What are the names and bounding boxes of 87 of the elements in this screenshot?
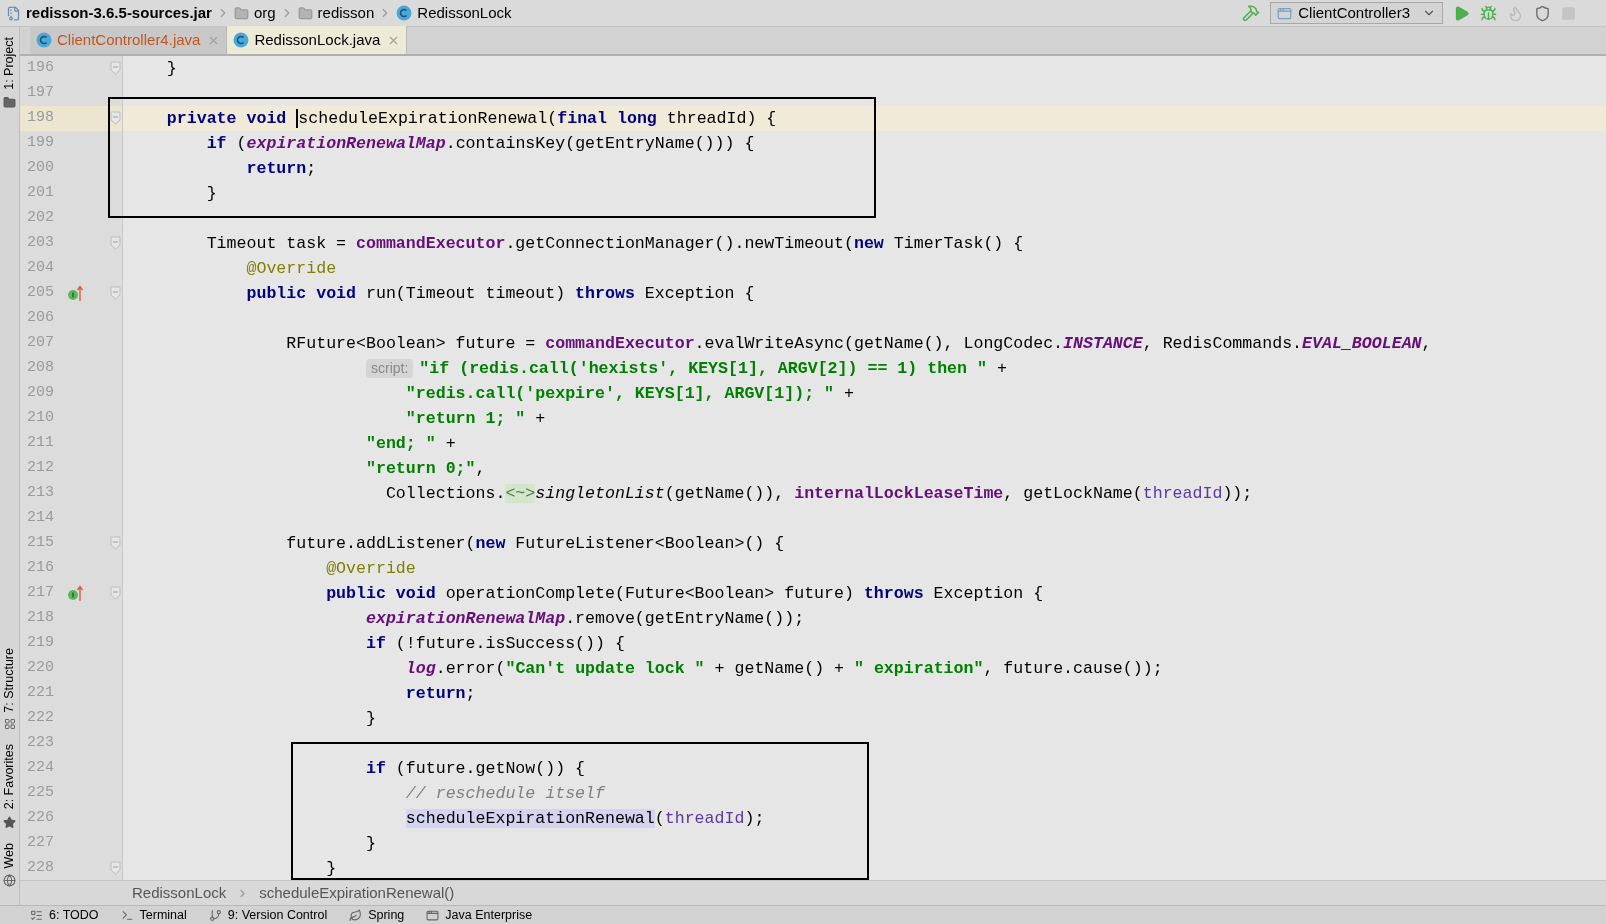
breadcrumb[interactable]: RedissonLock (132, 881, 227, 905)
line-number: 205 (26, 283, 55, 304)
code-line: } (365, 833, 376, 855)
line-number: 208 (26, 358, 55, 379)
line-number: 201 (26, 183, 55, 204)
tool-window-label: 2: Favorites (1, 744, 18, 810)
line-number: 219 (26, 633, 55, 654)
code-line: } (325, 858, 337, 880)
code-line: Timeout task = commandExecutor.getConnectionManager().newTimeout(new TimerTask() { (205, 233, 1024, 255)
line-number: 214 (26, 508, 55, 529)
line-number: 215 (26, 533, 55, 554)
line-number: 227 (26, 833, 55, 854)
line-number: 211 (26, 433, 55, 454)
breadcrumb[interactable]: scheduleExpirationRenewal() (259, 881, 455, 905)
tool-window-label: 1: Project (1, 37, 18, 90)
tool-window-tab[interactable]: 1: Project (0, 37, 19, 109)
path-item[interactable]: redisson (297, 1, 375, 25)
run-config-dropdown[interactable]: ClientController3 (1270, 2, 1443, 24)
editor-tab[interactable]: RedissonLock.java (227, 26, 408, 54)
tool-window-tab[interactable]: 2: Favorites (0, 744, 19, 829)
code-line: if (expirationRenewalMap.containsKey(getEntryName())) { (205, 133, 755, 155)
line-number: 224 (26, 758, 55, 779)
line-number: 209 (26, 383, 55, 404)
tool-window-label: Web (1, 842, 18, 868)
line-number: 202 (26, 208, 55, 229)
line-number: 207 (26, 333, 55, 354)
line-number: 225 (26, 783, 55, 804)
line-number: 203 (26, 233, 55, 254)
line-number: 199 (26, 133, 55, 154)
code-line: Collections.<~>singletonList(getName()), internalLockLeaseTime, getLockName(threadId)); (384, 483, 1253, 505)
code-line: if (!future.isSuccess()) { (365, 633, 625, 655)
tool-window-button[interactable]: 6: TODO (30, 906, 99, 924)
code-line: log.error("Can't update lock " + getName() + " expiration", future.cause()); (404, 658, 1163, 680)
tool-window-tab[interactable]: 7: Structure (0, 647, 19, 731)
tool-window-tab[interactable]: Web (0, 842, 19, 887)
line-number: 212 (26, 458, 55, 479)
line-number: 223 (26, 733, 55, 754)
code-line: "end; " + (365, 433, 456, 455)
code-line: "redis.call('pexpire', KEYS[1], ARGV[1]); " + (404, 383, 854, 405)
line-number: 213 (26, 483, 55, 504)
code-line: expirationRenewalMap.remove(getEntryName()); (365, 608, 805, 630)
code-line: return; (404, 683, 476, 705)
code-line: public void run(Timeout timeout) throws Exception { (245, 283, 755, 305)
code-text: + (995, 358, 1007, 380)
line-number: 226 (26, 808, 55, 829)
line-number: 220 (26, 658, 55, 679)
tool-window-label: 7: Structure (1, 647, 18, 713)
code-line: } (205, 183, 217, 205)
line-number: 216 (26, 558, 55, 579)
tool-window-button[interactable]: Java Enterprise (426, 906, 533, 924)
line-number: 228 (26, 858, 55, 879)
code-line: if (future.getNow()) { (365, 758, 586, 780)
line-number: 197 (26, 83, 55, 104)
line-number: 221 (26, 683, 55, 704)
line-number: 206 (26, 308, 55, 329)
code-text: threadId) { (665, 108, 777, 130)
code-line: future.addListener(new FutureListener<Boolean>() { (285, 533, 785, 555)
parameter-hint: script: (366, 359, 414, 378)
code-text: scheduleExpirationRenewal (298, 108, 548, 130)
code-line: public void operationComplete(Future<Boolean> future) throws Exception { (325, 583, 1044, 605)
code-line: "return 0;", (365, 458, 486, 480)
code-text: private void (165, 108, 288, 130)
line-number: 210 (26, 408, 55, 429)
path-item[interactable]: org (233, 1, 276, 25)
line-number: 198 (26, 108, 55, 129)
code-line: } (365, 708, 376, 730)
line-number: 204 (26, 258, 55, 279)
code-line: // reschedule itself (404, 783, 605, 805)
line-number: 218 (26, 608, 55, 629)
code-line: "return 1; " + (404, 408, 546, 430)
line-number: 217 (26, 583, 55, 604)
tool-window-button[interactable]: 9: Version Control (208, 906, 328, 924)
tool-window-button[interactable]: Terminal (120, 906, 187, 924)
path-item[interactable]: redisson-3.6.5-sources.jar (6, 1, 212, 25)
line-number: 222 (26, 708, 55, 729)
code-line: RFuture<Boolean> future = commandExecutor.evalWriteAsync(getName(), LongCodec.INSTANCE, RedisCommands.EVAL_BOOLEAN, (285, 333, 1432, 355)
code-line: @Override (325, 558, 416, 580)
line-number: 196 (26, 58, 55, 79)
code-line: } (165, 58, 177, 80)
code-text: ( (547, 108, 558, 130)
code-line: @Override (245, 258, 337, 280)
code-text: final long (557, 108, 657, 130)
code-line: return; (245, 158, 317, 180)
line-number: 200 (26, 158, 55, 179)
path-item[interactable]: RedissonLock (396, 1, 512, 25)
code-text: "if (redis.call('hexists', KEYS[1], ARGV[2]) == 1) then " (419, 358, 987, 380)
tool-window-button[interactable]: Spring (349, 906, 405, 924)
